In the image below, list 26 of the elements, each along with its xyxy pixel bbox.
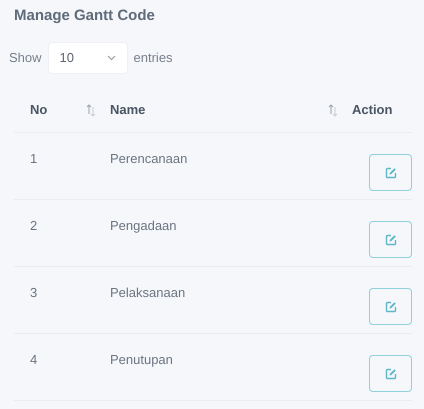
sort-icon[interactable] [86, 103, 96, 117]
show-label: Show [9, 48, 42, 67]
entries-select[interactable]: 10 [48, 42, 128, 74]
table-cell: 1 [30, 150, 38, 166]
page-title: Manage Gantt Code [14, 6, 156, 26]
table-cell: Penutupan [110, 352, 173, 366]
table-cell: Pelaksanaan [110, 284, 186, 300]
edit-button[interactable] [369, 154, 412, 191]
table-cell: Perencanaan [110, 150, 188, 166]
table-cell: 3 [30, 284, 38, 300]
edit-button[interactable] [369, 288, 412, 325]
edit-button[interactable] [369, 355, 412, 392]
chevron-down-icon [106, 54, 116, 60]
edit-icon [384, 166, 396, 178]
column-header[interactable]: Name [110, 100, 328, 120]
edit-button[interactable] [369, 221, 412, 258]
edit-icon [384, 300, 396, 312]
entries-label: entries [134, 48, 173, 67]
table-cell: 4 [30, 352, 38, 366]
sort-icon[interactable] [328, 103, 338, 117]
column-header[interactable]: Action [352, 100, 412, 120]
edit-icon [384, 368, 396, 380]
table-cell: Pengadaan [110, 218, 177, 232]
edit-icon [384, 234, 396, 246]
table-cell: 2 [30, 218, 38, 232]
column-header[interactable]: No [30, 100, 86, 120]
